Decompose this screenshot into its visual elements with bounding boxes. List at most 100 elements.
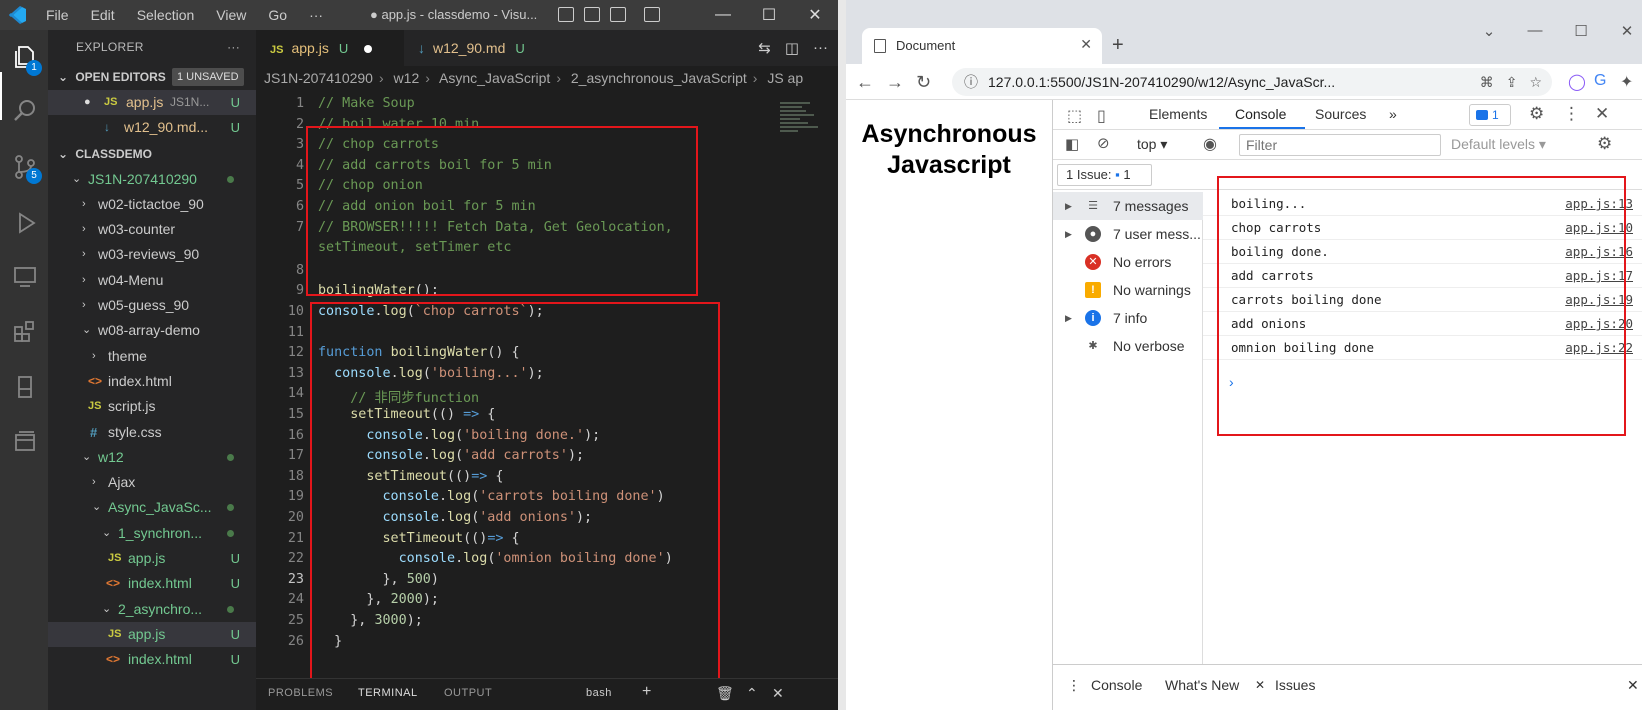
extensions-icon[interactable] — [12, 318, 38, 344]
forward-icon[interactable]: → — [886, 72, 904, 93]
tree-folder[interactable]: › w02-tictactoe_90 — [48, 192, 256, 217]
minimize-button[interactable]: — — [700, 0, 746, 30]
remote-explorer-icon[interactable] — [12, 264, 38, 290]
new-terminal-icon[interactable]: + — [642, 683, 652, 701]
more-tabs-icon[interactable]: » — [1389, 106, 1397, 122]
code-line[interactable]: boilingWater(); — [318, 283, 439, 298]
code-line[interactable]: setTimeout, setTimer etc — [318, 240, 511, 255]
tree-file[interactable]: <> index.html U — [48, 571, 256, 596]
sidebar-toggle-icon[interactable]: ◧ — [1065, 135, 1079, 153]
tab-app-js[interactable]: JS app.js U — [256, 30, 404, 66]
code-line[interactable]: // chop carrots — [318, 137, 439, 152]
tab-document[interactable]: Document ✕ — [862, 28, 1102, 64]
workspace-section[interactable]: ⌄ CLASSDEMO — [48, 141, 256, 167]
settings-gear-icon[interactable]: ⚙ — [1529, 104, 1544, 124]
minimize-button[interactable]: — — [1512, 22, 1558, 40]
tab-w12-md[interactable]: ↓ w12_90.md U — [404, 30, 540, 66]
code-line[interactable]: console.log('omnion boiling done') — [318, 551, 673, 566]
filter-all-messages[interactable]: ▶ ☰ 7 messages — [1053, 192, 1203, 220]
menu-selection[interactable]: Selection — [137, 7, 195, 23]
back-icon[interactable]: ← — [856, 72, 874, 93]
filter-user-messages[interactable]: ▶ ● 7 user mess... — [1053, 220, 1203, 248]
code-line[interactable]: setTimeout(()=> { — [318, 469, 503, 484]
clear-console-icon[interactable]: ⊘ — [1097, 134, 1110, 152]
editor-more-icon[interactable]: ··· — [813, 39, 828, 57]
explorer-more-icon[interactable]: ··· — [227, 30, 240, 64]
tree-folder[interactable]: › theme — [48, 344, 256, 369]
toggle-secondary-sidebar-icon[interactable] — [610, 7, 626, 22]
breadcrumb-item[interactable]: 2_asynchronous_JavaScript — [571, 70, 747, 86]
maximize-button[interactable]: ☐ — [1558, 22, 1604, 40]
address-bar[interactable]: ⓘ 127.0.0.1:5500/JS1N-207410290/w12/Asyn… — [952, 68, 1552, 96]
log-levels-dropdown[interactable]: Default levels ▾ — [1451, 136, 1546, 153]
menu-more[interactable]: ··· — [309, 7, 323, 23]
tree-file-active[interactable]: JS app.js U — [48, 621, 256, 648]
toggle-panel-icon[interactable] — [584, 7, 600, 22]
tab-output[interactable]: OUTPUT — [444, 687, 492, 699]
menu-file[interactable]: File — [46, 7, 69, 23]
devtools-menu-icon[interactable]: ⋮ — [1563, 104, 1580, 124]
breadcrumb-item[interactable]: JS1N-207410290 — [264, 70, 373, 86]
code-line[interactable]: }, 2000); — [318, 592, 439, 607]
source-control-icon[interactable]: 5 — [12, 154, 42, 184]
code-line[interactable]: }, 500) — [318, 572, 438, 587]
tree-folder[interactable]: › w05-guess_90 — [48, 293, 256, 318]
tree-folder[interactable]: › w04-Menu — [48, 268, 256, 293]
code-line[interactable]: // boil water 10 min — [318, 117, 479, 132]
tree-file[interactable]: <> index.html — [48, 369, 256, 394]
search-icon[interactable] — [12, 98, 38, 124]
share-icon[interactable]: ⇪ — [1506, 68, 1518, 96]
code-line[interactable]: // chop onion — [318, 178, 423, 193]
site-info-icon[interactable]: ⓘ — [964, 68, 978, 96]
filter-input[interactable] — [1239, 134, 1441, 156]
code-line[interactable]: // add onion boil for 5 min — [318, 199, 536, 214]
code-line[interactable]: setTimeout(() => { — [318, 407, 495, 422]
inspect-element-icon[interactable]: ⬚ — [1067, 106, 1082, 126]
code-line[interactable]: console.log('add onions'); — [318, 510, 593, 525]
issues-badge[interactable]: 1 — [1469, 104, 1511, 126]
maximize-button[interactable]: ☐ — [746, 0, 792, 30]
tree-folder[interactable]: ⌄ JS1N-207410290 — [48, 167, 256, 192]
issues-button[interactable]: 1 Issue: ▪ 1 — [1057, 164, 1152, 186]
code-line[interactable]: console.log('boiling done.'); — [318, 428, 600, 443]
code-line[interactable]: } — [318, 634, 342, 649]
tab-terminal[interactable]: TERMINAL — [358, 687, 418, 699]
breadcrumb-item[interactable]: Async_JavaScript — [439, 70, 550, 86]
code-line[interactable]: // Make Soup — [318, 96, 415, 111]
breadcrumb-item[interactable]: JS ap — [767, 70, 803, 86]
tree-file[interactable]: JS app.js U — [48, 546, 256, 571]
tree-folder[interactable]: ⌄ w12 — [48, 445, 256, 470]
filter-info[interactable]: ▶ i 7 info — [1053, 304, 1203, 332]
tab-elements[interactable]: Elements — [1149, 106, 1207, 122]
drawer-tab-issues[interactable]: Issues — [1275, 677, 1315, 693]
device-toolbar-icon[interactable]: ▯ — [1097, 106, 1106, 126]
explorer-icon[interactable]: 1 — [12, 44, 42, 76]
new-tab-icon[interactable]: + — [1112, 34, 1124, 57]
tab-sources[interactable]: Sources — [1315, 106, 1366, 122]
run-debug-icon[interactable] — [12, 210, 38, 236]
open-editor-md[interactable]: ↓ w12_90.md... U — [48, 115, 256, 140]
menu-go[interactable]: Go — [268, 7, 287, 23]
code-line[interactable]: // 非同步function — [318, 386, 479, 406]
code-line[interactable]: setTimeout(()=> { — [318, 531, 520, 546]
panels-icon[interactable] — [12, 428, 38, 454]
toggle-sidebar-icon[interactable] — [558, 7, 574, 22]
close-button[interactable]: ✕ — [792, 0, 838, 30]
puzzle-extensions-icon[interactable]: ✦ — [1620, 72, 1633, 92]
reload-icon[interactable]: ↻ — [916, 72, 931, 93]
drawer-menu-icon[interactable]: ⋮ — [1067, 677, 1081, 694]
context-selector[interactable]: top ▾ — [1137, 136, 1167, 153]
tab-search-icon[interactable]: ⌄ — [1466, 22, 1512, 40]
tree-file[interactable]: JS script.js — [48, 394, 256, 419]
drawer-tab-console[interactable]: Console — [1091, 677, 1142, 693]
tree-folder[interactable]: ⌄ 1_synchron... — [48, 521, 256, 546]
open-editor-app-js[interactable]: ● JS app.js JS1N... U — [48, 90, 256, 116]
code-line[interactable]: console.log('boiling...'); — [318, 366, 544, 381]
console-settings-icon[interactable]: ⚙ — [1597, 134, 1612, 154]
open-editors-section[interactable]: ⌄ OPEN EDITORS 1 UNSAVED — [48, 64, 256, 90]
trash-icon[interactable]: 🗑 — [716, 685, 734, 702]
live-expression-eye-icon[interactable]: ◉ — [1203, 134, 1217, 154]
drawer-tab-whats-new[interactable]: What's New — [1165, 677, 1239, 693]
filter-warnings[interactable]: ! No warnings — [1053, 276, 1203, 304]
extension-icon[interactable]: ◯ — [1568, 72, 1586, 92]
